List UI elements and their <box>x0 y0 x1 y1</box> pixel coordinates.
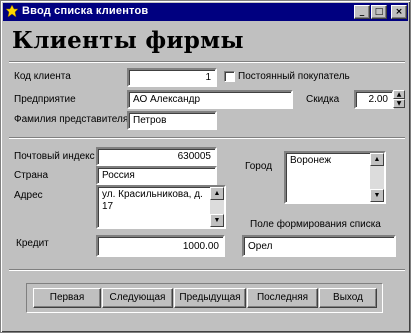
scroll-up-icon[interactable]: ▲ <box>370 153 384 166</box>
maximize-button[interactable]: □ <box>371 5 387 19</box>
title-bar[interactable]: Ввод списка клиентов _ □ × <box>3 3 408 21</box>
scroll-down-icon[interactable]: ▼ <box>370 189 384 202</box>
postal-code-label: Почтовый индекс <box>14 151 95 162</box>
main-window: Ввод списка клиентов _ □ × Клиенты фирмы… <box>0 0 411 333</box>
page-title: Клиенты фирмы <box>12 27 244 54</box>
country-label: Страна <box>14 170 49 181</box>
last-button[interactable]: Последняя <box>247 288 318 308</box>
enterprise-field[interactable]: АО Александр <box>127 90 293 109</box>
city-memo[interactable]: Воронеж ▲ ▼ <box>284 151 386 204</box>
close-button[interactable]: × <box>391 5 407 19</box>
client-code-field[interactable]: 1 <box>127 68 217 87</box>
city-label: Город <box>245 161 273 172</box>
spin-down-icon[interactable]: ▼ <box>393 99 405 108</box>
exit-button[interactable]: Выход <box>319 288 377 308</box>
divider-top <box>9 61 405 63</box>
address-label: Адрес <box>14 190 43 201</box>
representative-label: Фамилия представителя <box>14 114 129 125</box>
credit-field[interactable]: 1000.00 <box>96 235 225 257</box>
first-button[interactable]: Первая <box>33 288 101 308</box>
previous-button[interactable]: Предыдущая <box>174 288 246 308</box>
representative-field[interactable]: Петров <box>127 111 217 130</box>
spin-up-icon[interactable]: ▲ <box>393 90 405 99</box>
credit-label: Кредит <box>16 238 49 249</box>
country-field[interactable]: Россия <box>96 166 217 185</box>
address-text[interactable]: ул. Красильникова, д. 17 <box>102 189 207 213</box>
minimize-button[interactable]: _ <box>354 5 370 19</box>
app-icon <box>6 5 18 17</box>
discount-field[interactable]: 2.00 <box>354 90 394 109</box>
window-title: Ввод списка клиентов <box>22 5 149 17</box>
client-code-label: Код клиента <box>14 71 71 82</box>
scroll-down-icon[interactable]: ▼ <box>210 214 224 227</box>
regular-customer-label[interactable]: Постоянный покупатель <box>238 71 350 82</box>
list-field-label: Поле формирования списка <box>250 219 381 230</box>
next-button[interactable]: Следующая <box>102 288 173 308</box>
discount-label: Скидка <box>306 94 340 105</box>
enterprise-label: Предприятие <box>14 94 76 105</box>
regular-customer-checkbox[interactable] <box>224 71 235 82</box>
divider-bottom <box>9 269 405 271</box>
navigation-panel: Первая Следующая Предыдущая Последняя Вы… <box>26 283 383 313</box>
postal-code-field[interactable]: 630005 <box>96 147 217 166</box>
city-scrollbar[interactable]: ▲ ▼ <box>370 153 384 202</box>
city-text[interactable]: Воронеж <box>290 155 367 167</box>
scroll-up-icon[interactable]: ▲ <box>210 187 224 200</box>
address-memo[interactable]: ул. Красильникова, д. 17 ▲ ▼ <box>96 185 226 229</box>
address-scrollbar[interactable]: ▲ ▼ <box>210 187 224 227</box>
divider-middle <box>9 137 405 139</box>
list-field-input[interactable]: Орел <box>242 235 396 257</box>
discount-spinner[interactable]: ▲ ▼ <box>393 90 405 108</box>
